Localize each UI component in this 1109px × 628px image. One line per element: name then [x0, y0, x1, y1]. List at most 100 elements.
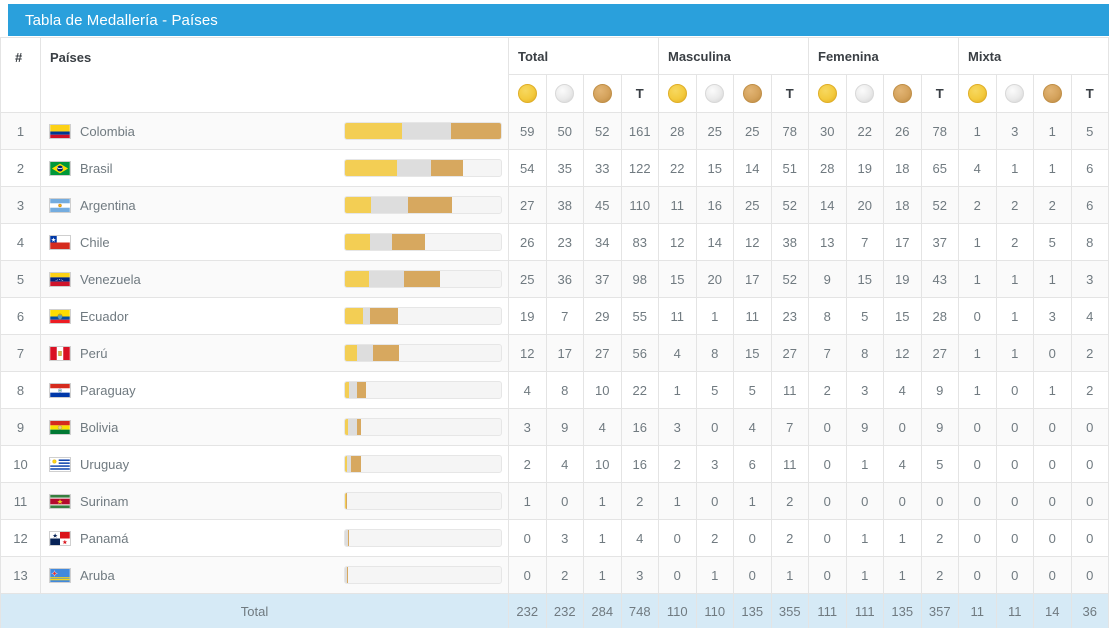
col-header-femenina-silver[interactable] — [845, 74, 884, 113]
row-value: 3 — [845, 371, 884, 409]
row-value: 1 — [845, 519, 884, 557]
table-row[interactable]: 6 Ecuador 19 7 29 55 11 1 11 23 8 5 15 28 0 1 3 4 — [0, 297, 1109, 335]
col-header-mixta-gold[interactable] — [958, 74, 997, 113]
row-value: 78 — [920, 112, 959, 150]
row-value: 0 — [1070, 482, 1109, 520]
row-country-cell: Panamá — [40, 519, 509, 557]
row-rank: 8 — [0, 371, 41, 409]
col-header-mixta-bronze[interactable] — [1033, 74, 1072, 113]
row-value: 11 — [733, 297, 772, 335]
row-value: 0 — [808, 445, 847, 483]
footer-value: 232 — [545, 593, 584, 628]
table-row[interactable]: 1 Colombia 59 50 52 161 28 25 25 78 30 22 26 78 1 3 1 5 — [0, 112, 1109, 150]
row-value: 4 — [545, 445, 584, 483]
bar-segment-silver — [397, 160, 432, 176]
row-value: 27 — [920, 334, 959, 372]
table-row[interactable]: 13 Aruba 0 2 1 3 0 1 0 1 0 1 1 2 0 0 0 0 — [0, 556, 1109, 594]
row-value: 0 — [995, 519, 1034, 557]
row-value: 1 — [845, 556, 884, 594]
row-value: 3 — [545, 519, 584, 557]
col-group-masculina: Masculina — [658, 37, 809, 75]
row-value: 0 — [808, 556, 847, 594]
row-value: 17 — [733, 260, 772, 298]
row-value: 2 — [770, 482, 809, 520]
col-header-total-silver[interactable] — [545, 74, 584, 113]
col-header-total-abbr: T — [635, 86, 644, 101]
table-row[interactable]: 9 Bolivia 3 9 4 16 3 0 4 7 0 9 0 9 0 0 0 0 — [0, 408, 1109, 446]
col-header-country[interactable]: Países — [40, 37, 509, 113]
footer-value: 111 — [808, 593, 847, 628]
col-header-masculina-bronze[interactable] — [733, 74, 772, 113]
col-header-rank-label: # — [15, 49, 23, 65]
footer-value: 748 — [620, 593, 659, 628]
country-name: Bolivia — [80, 419, 119, 435]
row-value: 0 — [995, 371, 1034, 409]
row-rank: 6 — [0, 297, 41, 335]
col-header-country-label: Países — [50, 49, 92, 65]
row-value: 4 — [883, 445, 922, 483]
row-value: 4 — [1070, 297, 1109, 335]
row-value: 17 — [545, 334, 584, 372]
flag-aruba-icon — [49, 567, 71, 583]
row-value: 0 — [883, 482, 922, 520]
table-row[interactable]: 12 Panamá 0 3 1 4 0 2 0 2 0 1 1 2 0 0 0 0 — [0, 519, 1109, 557]
row-value: 59 — [508, 112, 547, 150]
row-value: 12 — [508, 334, 547, 372]
row-value: 16 — [695, 186, 734, 224]
bar-segment-bronze — [404, 271, 440, 287]
row-value: 0 — [1033, 519, 1072, 557]
col-header-femenina-total[interactable]: T — [920, 74, 959, 113]
table-row[interactable]: 3 Argentina 27 38 45 110 11 16 25 52 14 20 18 52 2 2 2 6 — [0, 186, 1109, 224]
table-row[interactable]: 4 Chile 26 23 34 83 12 14 12 38 13 7 17 37 1 2 5 8 — [0, 223, 1109, 261]
medal-distribution-bar — [344, 344, 502, 362]
table-row[interactable]: 7 Perú 12 17 27 56 4 8 15 27 7 8 12 27 1 1 0 2 — [0, 334, 1109, 372]
row-value: 1 — [583, 556, 622, 594]
col-header-masculina-gold[interactable] — [658, 74, 697, 113]
row-value: 0 — [995, 482, 1034, 520]
table-row[interactable]: 11 Surinam 1 0 1 2 1 0 1 2 0 0 0 0 0 0 0 0 — [0, 482, 1109, 520]
medal-distribution-bar — [344, 566, 502, 584]
row-rank: 2 — [0, 149, 41, 187]
row-value: 1 — [995, 149, 1034, 187]
row-value: 4 — [733, 408, 772, 446]
bar-segment-gold — [345, 345, 357, 361]
row-value: 2 — [508, 445, 547, 483]
bar-segment-silver — [356, 345, 374, 361]
country-name: Uruguay — [80, 456, 130, 472]
col-header-masculina-total[interactable]: T — [770, 74, 809, 113]
row-value: 5 — [733, 371, 772, 409]
col-header-mixta-silver[interactable] — [995, 74, 1034, 113]
col-header-femenina-bronze[interactable] — [883, 74, 922, 113]
row-value: 0 — [958, 408, 997, 446]
footer-value: 36 — [1070, 593, 1109, 628]
row-country-cell: Perú — [40, 334, 509, 372]
col-header-mixta-total[interactable]: T — [1070, 74, 1109, 113]
row-value: 9 — [920, 371, 959, 409]
medal-distribution-bar — [344, 159, 502, 177]
row-value: 36 — [545, 260, 584, 298]
row-value: 52 — [920, 186, 959, 224]
row-value: 3 — [508, 408, 547, 446]
flag-chile-icon — [49, 234, 71, 250]
table-row[interactable]: 8 Paraguay 4 8 10 22 1 5 5 11 2 3 4 9 1 0 1 2 — [0, 371, 1109, 409]
table-row[interactable]: 2 Brasil 54 35 33 122 22 15 14 51 28 19 18 65 4 1 1 6 — [0, 149, 1109, 187]
gold-medal-icon — [667, 84, 687, 103]
bronze-medal-icon — [742, 84, 762, 103]
row-value: 28 — [920, 297, 959, 335]
row-rank: 7 — [0, 334, 41, 372]
table-row[interactable]: 5 Venezuela 25 36 37 98 15 20 17 52 9 15 19 43 1 1 1 3 — [0, 260, 1109, 298]
table-row[interactable]: 10 Uruguay 2 4 10 16 2 3 6 11 0 1 4 5 0 0 0 0 — [0, 445, 1109, 483]
col-header-femenina-gold[interactable] — [808, 74, 847, 113]
bar-segment-silver — [363, 308, 371, 324]
col-header-total-total[interactable]: T — [620, 74, 659, 113]
country-name: Panamá — [80, 530, 129, 546]
row-value: 1 — [995, 297, 1034, 335]
country-wrapper: Brasil — [41, 150, 508, 186]
col-header-total-gold[interactable] — [508, 74, 547, 113]
col-header-total-bronze[interactable] — [583, 74, 622, 113]
row-value: 1 — [658, 371, 697, 409]
country-wrapper: Paraguay — [41, 372, 508, 408]
col-header-masculina-silver[interactable] — [695, 74, 734, 113]
footer-value: 111 — [845, 593, 884, 628]
col-header-rank[interactable]: # — [0, 37, 41, 113]
